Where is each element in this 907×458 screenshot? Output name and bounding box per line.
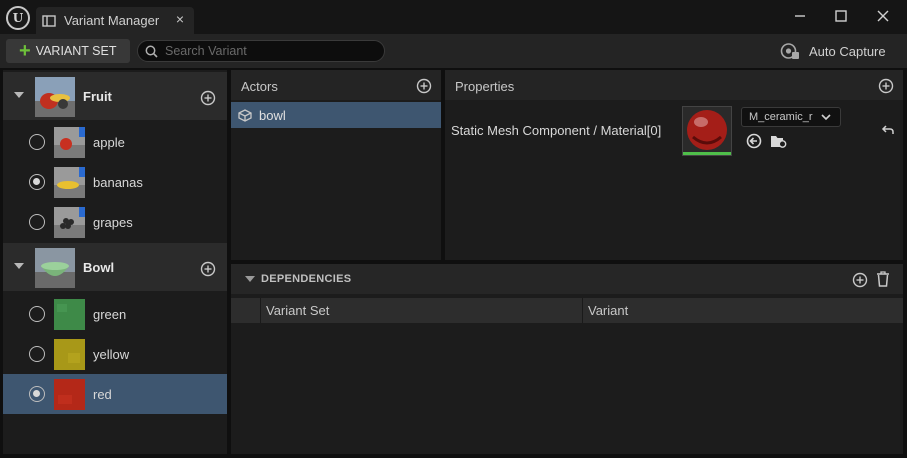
red-swatch [54,379,85,410]
actor-row-bowl[interactable]: bowl [231,102,441,128]
static-mesh-icon [238,109,252,122]
column-variant-set[interactable]: Variant Set [260,298,582,323]
material-status-bar [683,152,731,155]
variant-row-bananas[interactable]: bananas [3,162,227,202]
variant-set-bowl[interactable]: Bowl [3,243,227,291]
reset-to-default-icon[interactable] [881,124,895,136]
collapse-caret-icon[interactable] [14,92,24,98]
yellow-swatch [54,339,85,370]
actors-title: Actors [241,79,278,94]
variant-set-fruit[interactable]: Fruit [3,72,227,120]
material-value: M_ceramic_r [749,111,813,123]
actors-header: Actors [231,70,441,100]
maximize-icon[interactable] [831,6,851,26]
fruit-thumbnail [35,77,75,117]
variant-label: yellow [93,347,130,362]
variant-row-apple[interactable]: apple [3,122,227,162]
tab-title: Variant Manager [64,13,160,28]
variant-label: bananas [93,175,143,190]
material-sphere-icon [687,110,727,150]
browse-asset-icon[interactable] [770,133,788,149]
collapse-caret-icon[interactable] [14,263,24,269]
column-variant[interactable]: Variant [582,298,903,323]
add-property-icon[interactable] [878,78,894,94]
variant-label: green [93,307,127,322]
variant-sets-panel: Fruit apple bananas grapes Bowl green ye… [3,70,227,454]
dependencies-table-header: Variant Set Variant [231,298,903,323]
variant-set-name: Bowl [83,260,115,275]
camera-capture-icon [780,43,799,59]
green-swatch [54,299,85,330]
properties-header: Properties [445,70,903,100]
tab-variant-manager[interactable]: Variant Manager × [36,7,194,34]
variant-label: grapes [93,215,133,230]
properties-panel: Properties Static Mesh Component / Mater… [445,70,903,260]
close-window-icon[interactable] [873,6,893,26]
bananas-thumbnail [54,167,85,198]
title-bar: U Variant Manager × [0,0,907,34]
dependencies-header[interactable]: DEPENDENCIES [231,264,903,294]
material-thumbnail[interactable] [682,106,732,156]
variant-radio[interactable] [29,134,45,150]
add-variant-icon[interactable] [200,90,216,106]
variant-label: red [93,387,112,402]
auto-capture-button[interactable]: Auto Capture [780,42,886,60]
variant-row-red[interactable]: red [3,374,227,414]
grapes-thumbnail [54,207,85,238]
search-icon [145,45,158,58]
dependencies-panel: DEPENDENCIES Variant Set Variant [231,264,903,454]
variant-row-yellow[interactable]: yellow [3,334,227,374]
add-variant-set-label: VARIANT SET [35,44,117,58]
search-box[interactable] [137,40,385,62]
tab-close-icon[interactable]: × [176,11,184,27]
properties-title: Properties [455,79,515,94]
variant-row-green[interactable]: green [3,294,227,334]
unreal-logo-icon: U [6,6,30,30]
plus-icon: + [19,40,31,62]
variant-radio[interactable] [29,386,45,402]
add-dependency-icon[interactable] [852,272,868,288]
use-selected-asset-icon[interactable] [746,133,762,149]
radio-selected-dot [33,178,40,185]
dependencies-title: DEPENDENCIES [261,273,352,285]
variant-set-name: Fruit [83,89,112,104]
chevron-down-icon [821,114,831,121]
variant-radio[interactable] [29,214,45,230]
variant-row-grapes[interactable]: grapes [3,202,227,242]
actors-panel: Actors bowl [231,70,441,260]
column-label: Variant Set [266,303,330,318]
variant-radio[interactable] [29,306,45,322]
toolbar: + VARIANT SET Auto Capture [0,34,907,68]
radio-selected-dot [33,390,40,397]
material-dropdown[interactable]: M_ceramic_r [741,107,841,127]
bowl-thumbnail [35,248,75,288]
variant-radio[interactable] [29,346,45,362]
trash-icon[interactable] [876,271,890,287]
auto-capture-label: Auto Capture [809,43,886,59]
apple-thumbnail [54,127,85,158]
collapse-caret-icon[interactable] [245,276,255,282]
add-actor-icon[interactable] [416,78,432,94]
add-variant-set-button[interactable]: + VARIANT SET [6,39,130,63]
actor-label: bowl [259,108,286,123]
minimize-icon[interactable] [790,6,810,26]
variant-label: apple [93,135,125,150]
search-input[interactable] [165,44,365,58]
variant-radio[interactable] [29,174,45,190]
add-variant-icon[interactable] [200,261,216,277]
property-label: Static Mesh Component / Material[0] [451,123,662,138]
variant-manager-icon [42,14,56,27]
column-label: Variant [588,303,629,318]
